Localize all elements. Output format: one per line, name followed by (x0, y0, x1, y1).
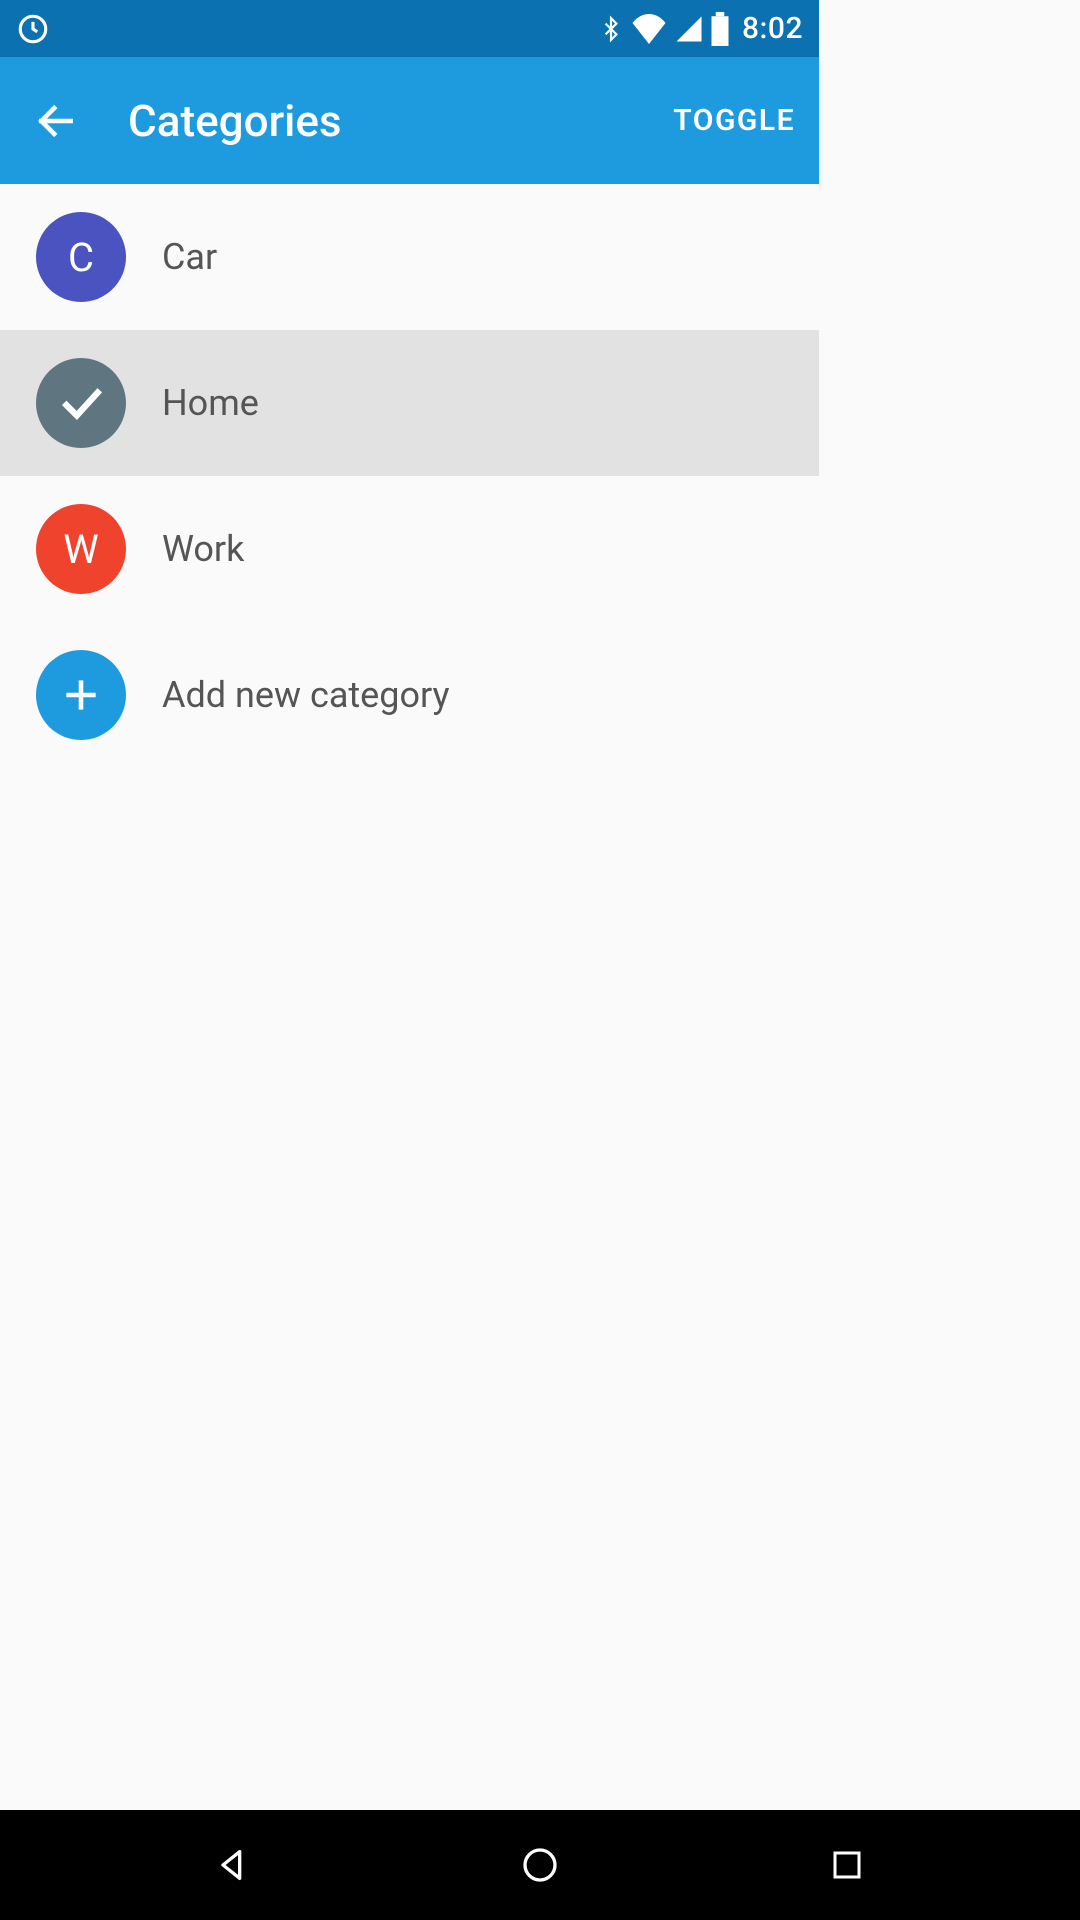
category-list: C Car Home W Work Add new category (0, 184, 819, 768)
avatar-plus (36, 650, 126, 740)
nav-recent-button[interactable] (817, 1835, 877, 1895)
category-item-home[interactable]: Home (0, 330, 819, 476)
category-item-car[interactable]: C Car (0, 184, 819, 330)
page-title: Categories (128, 95, 673, 147)
status-left (16, 12, 50, 46)
bluetooth-icon (598, 12, 624, 46)
avatar-letter: C (36, 212, 126, 302)
wifi-icon (630, 14, 668, 44)
add-category-item[interactable]: Add new category (0, 622, 819, 768)
avatar-letter: W (36, 504, 126, 594)
back-button[interactable] (24, 89, 88, 153)
check-icon (56, 378, 106, 428)
nav-back-button[interactable] (203, 1835, 263, 1895)
battery-icon (710, 12, 730, 46)
status-bar: 8:02 (0, 0, 819, 57)
nav-home-button[interactable] (510, 1835, 570, 1895)
toggle-button[interactable]: TOGGLE (673, 103, 795, 138)
category-item-work[interactable]: W Work (0, 476, 819, 622)
status-time: 8:02 (742, 11, 803, 46)
category-label: Home (162, 382, 259, 424)
cellular-icon (674, 14, 704, 44)
add-category-label: Add new category (162, 674, 450, 716)
navigation-bar (0, 1810, 1080, 1920)
app-bar: Categories TOGGLE (0, 57, 819, 184)
plus-icon (59, 673, 103, 717)
status-right: 8:02 (598, 11, 803, 46)
category-label: Car (162, 236, 217, 278)
avatar-check (36, 358, 126, 448)
clock-icon (16, 12, 50, 46)
category-label: Work (162, 528, 244, 570)
